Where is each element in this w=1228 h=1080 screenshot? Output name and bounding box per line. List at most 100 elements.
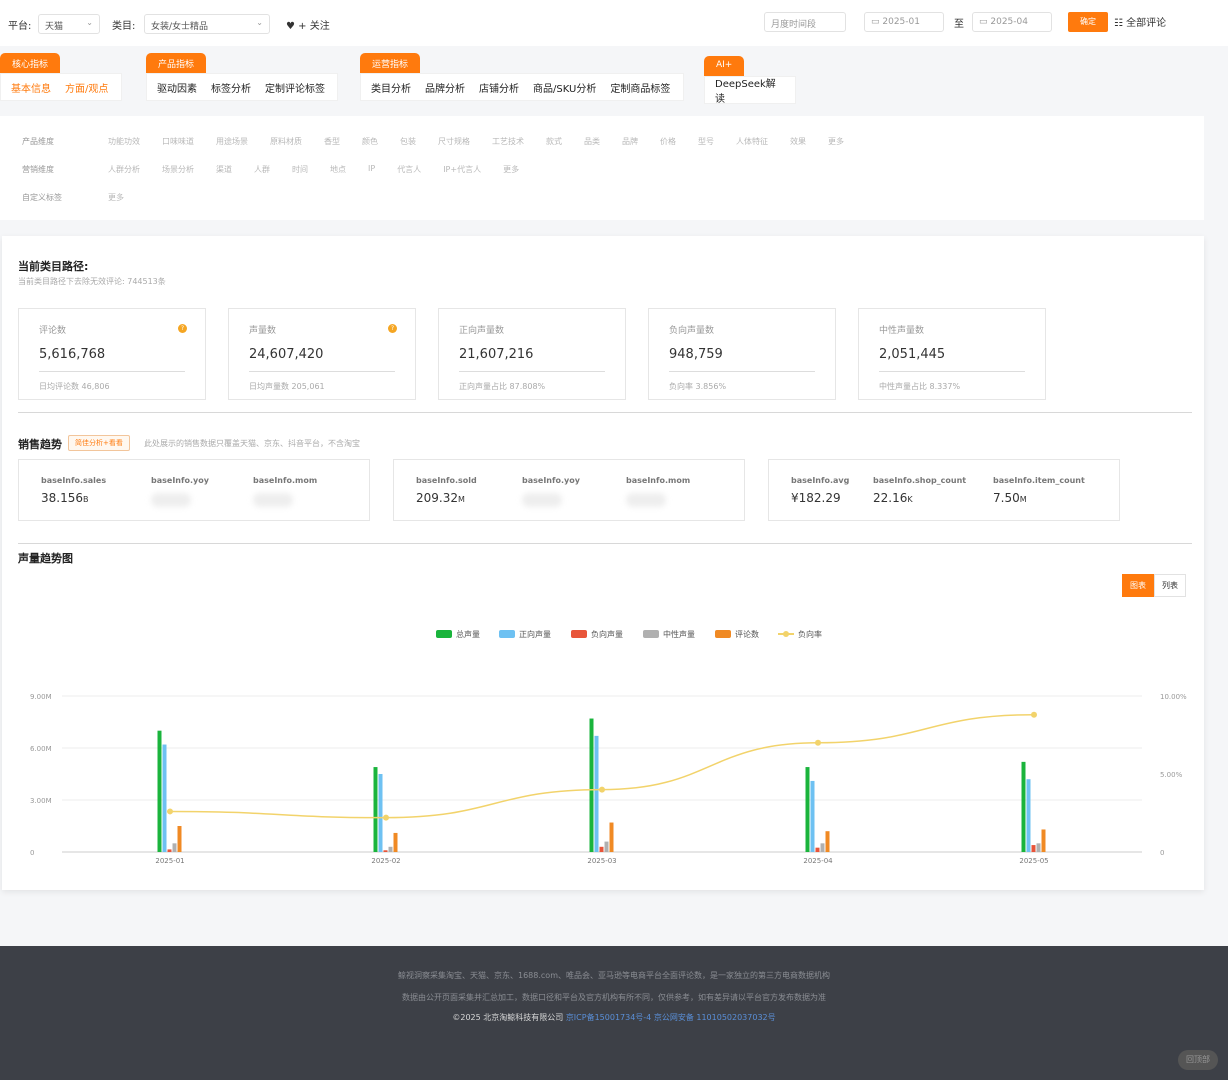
start-date-input[interactable]: ▭ 2025-01 — [864, 12, 944, 32]
platform-label: 平台: — [8, 21, 32, 32]
back-to-top-button[interactable]: 回顶部 — [1178, 1050, 1218, 1070]
tag-item[interactable]: 口味味道 — [162, 136, 194, 147]
bar — [157, 730, 162, 852]
tag-item[interactable]: 香型 — [324, 136, 340, 147]
tag-item[interactable]: IP — [368, 164, 375, 175]
y-right-tick-label: 0 — [1160, 849, 1164, 857]
bar — [805, 767, 810, 852]
line-point — [383, 814, 389, 821]
tag-item[interactable]: 颜色 — [362, 136, 378, 147]
legend-label: 中性声量 — [663, 629, 695, 639]
tab-group-head: AI+ — [704, 56, 745, 76]
tab-deepseek[interactable]: DeepSeek解读 — [715, 75, 785, 105]
tag-item[interactable]: 地点 — [330, 164, 346, 175]
view-chart-button[interactable]: 图表 — [1122, 574, 1154, 597]
tab-drivers[interactable]: 驱动因素 — [157, 80, 197, 95]
metric-footnote: 中性声量占比 8.337% — [879, 382, 961, 391]
tab-shop-analysis[interactable]: 店铺分析 — [479, 80, 519, 95]
tag-item[interactable]: 原料材质 — [270, 136, 302, 147]
tag-item[interactable]: 更多 — [828, 136, 844, 147]
tag-item[interactable]: 品类 — [584, 136, 600, 147]
tab-basic-info[interactable]: 基本信息 — [11, 80, 51, 95]
tag-item[interactable]: 品牌 — [622, 136, 638, 147]
sales-note: 此处展示的销售数据只覆盖天猫、京东、抖音平台，不含淘宝 — [144, 439, 360, 448]
tag-item[interactable]: 包装 — [400, 136, 416, 147]
x-tick-label: 2025-01 — [155, 857, 184, 865]
time-range-value: 月度时间段 — [771, 20, 817, 30]
tab-custom-comment-tags[interactable]: 定制评论标签 — [265, 80, 325, 95]
blurred-value — [626, 493, 666, 507]
sales-metric-value: 38.156B — [41, 491, 89, 505]
top-filter-bar: 平台: 天猫 ⌄ 类目: 女装/女士精品 ⌄ ♥ + 关注 月度时间段 ▭ 2025… — [0, 0, 1228, 46]
help-icon[interactable]: ? — [178, 324, 187, 333]
metric-label: 声量数 — [249, 326, 277, 336]
footer-line3: ©2025 北京淘鲸科技有限公司 京ICP备15001734号-4 京公网安备 … — [0, 1012, 1228, 1023]
tag-item[interactable]: 渠道 — [216, 164, 232, 175]
category-select[interactable]: 女装/女士精品 ⌄ — [144, 14, 270, 34]
tag-item[interactable]: 功能功效 — [108, 136, 140, 147]
tab-category-analysis[interactable]: 类目分析 — [371, 80, 411, 95]
tag-item[interactable]: 更多 — [108, 192, 124, 203]
x-tick-label: 2025-02 — [371, 857, 400, 865]
tag-item[interactable]: 用途场景 — [216, 136, 248, 147]
tab-custom-product-tags[interactable]: 定制商品标签 — [610, 80, 670, 95]
sales-card: baseInfo.avg ¥182.29 baseInfo.shop_count 22… — [768, 459, 1120, 521]
sales-metric-value: 209.32M — [416, 491, 465, 505]
sales-metric-value: 22.16K — [873, 491, 913, 505]
bar — [383, 850, 388, 852]
sales-metric: baseInfo.yoy — [522, 476, 580, 511]
view-list-button[interactable]: 列表 — [1154, 574, 1186, 597]
tag-item[interactable]: 人体特征 — [736, 136, 768, 147]
tag-item[interactable]: 型号 — [698, 136, 714, 147]
tag-item[interactable]: 场景分析 — [162, 164, 194, 175]
tag-item[interactable]: IP+代言人 — [443, 164, 481, 175]
sales-metric: baseInfo.shop_count 22.16K — [873, 476, 966, 505]
tag-item[interactable]: 时间 — [292, 164, 308, 175]
platform-select[interactable]: 天猫 ⌄ — [38, 14, 100, 34]
tag-item[interactable]: 工艺技术 — [492, 136, 524, 147]
sales-metric: baseInfo.avg ¥182.29 — [791, 476, 849, 505]
tag-item[interactable]: 人群 — [254, 164, 270, 175]
sales-metric: baseInfo.mom — [253, 476, 317, 511]
tab-group-core: 核心指标 基本信息 方面/观点 — [0, 52, 122, 101]
chevron-down-icon: ⌄ — [86, 18, 93, 27]
tag-item[interactable]: 效果 — [790, 136, 806, 147]
bar — [1031, 845, 1036, 852]
tab-brand-analysis[interactable]: 品牌分析 — [425, 80, 465, 95]
sales-metric-key: baseInfo.yoy — [151, 476, 209, 485]
line-point — [599, 786, 605, 793]
confirm-button[interactable]: 确定 — [1068, 12, 1108, 32]
tag-item[interactable]: 尺寸规格 — [438, 136, 470, 147]
tab-group-product: 产品指标 驱动因素 标签分析 定制评论标签 — [146, 52, 338, 101]
police-link[interactable]: 京公网安备 11010502037032号 — [654, 1013, 776, 1022]
y-left-tick-label: 6.00M — [30, 745, 52, 753]
sales-trend-title: 销售趋势 — [18, 438, 62, 451]
tag-item[interactable]: 款式 — [546, 136, 562, 147]
footer: 鲸视洞察采集淘宝、天猫、京东、1688.com、唯品会、亚马逊等电商平台全面评论… — [0, 946, 1228, 1080]
help-icon[interactable]: ? — [388, 324, 397, 333]
follow-button[interactable]: ♥ + 关注 — [286, 17, 330, 32]
metric-value: 2,051,445 — [879, 347, 946, 362]
tag-item[interactable]: 价格 — [660, 136, 676, 147]
tab-tag-analysis[interactable]: 标签分析 — [211, 80, 251, 95]
tag-item[interactable]: 人群分析 — [108, 164, 140, 175]
bar — [1026, 779, 1031, 852]
tab-aspects[interactable]: 方面/观点 — [65, 80, 108, 95]
icp-link[interactable]: 京ICP备15001734号-4 — [566, 1013, 651, 1022]
time-range-select[interactable]: 月度时间段 — [764, 12, 846, 32]
category-path-title: 当前类目路径: — [18, 260, 89, 273]
tag-item[interactable]: 更多 — [503, 164, 519, 175]
line-point — [1031, 711, 1037, 718]
sales-badge[interactable]: 简佳分析+看看 — [68, 435, 130, 451]
tab-sku-analysis[interactable]: 商品/SKU分析 — [533, 80, 596, 95]
metric-value: 24,607,420 — [249, 347, 324, 362]
sales-card: baseInfo.sales 38.156B baseInfo.yoy baseInf… — [18, 459, 370, 521]
all-comments-button[interactable]: ☷ 全部评论 — [1114, 14, 1166, 29]
metric-value: 5,616,768 — [39, 347, 106, 362]
legend-label: 负向率 — [798, 629, 822, 639]
tag-item[interactable]: 代言人 — [397, 164, 421, 175]
sales-metric-key: baseInfo.shop_count — [873, 476, 967, 485]
divider — [39, 371, 185, 372]
sales-metric-key: baseInfo.avg — [791, 476, 850, 485]
end-date-input[interactable]: ▭ 2025-04 — [972, 12, 1052, 32]
